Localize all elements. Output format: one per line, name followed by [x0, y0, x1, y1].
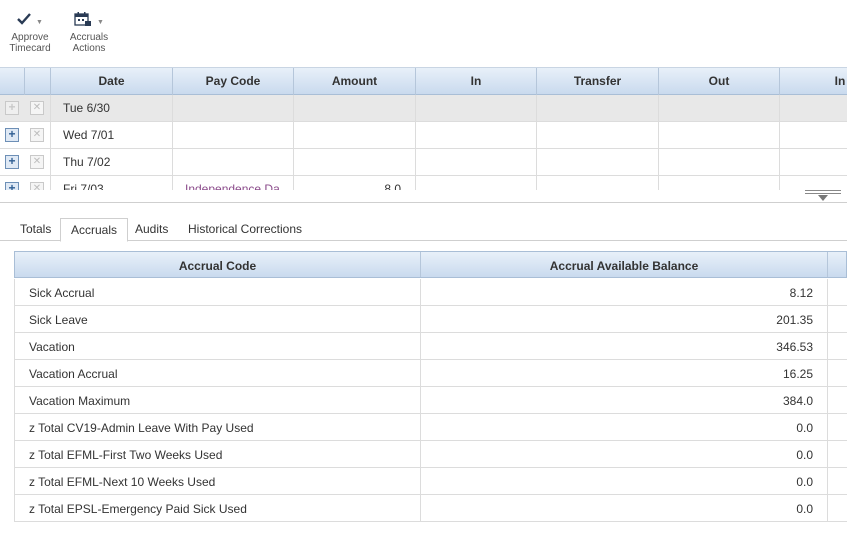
column-header-amount[interactable]: Amount: [294, 68, 416, 95]
accrual-row[interactable]: Vacation Maximum 384.0: [14, 387, 847, 414]
amount-cell[interactable]: [294, 122, 416, 149]
date-cell[interactable]: Tue 6/30: [51, 95, 173, 122]
detail-tabs: Totals Accruals Audits Historical Correc…: [0, 218, 847, 242]
out-cell[interactable]: [659, 176, 780, 190]
pay-code-cell[interactable]: Independence Da: [173, 176, 294, 190]
toolbar: ▼ Approve Timecard ▼ Accruals Actions: [0, 0, 847, 66]
date-cell[interactable]: Wed 7/01: [51, 122, 173, 149]
date-cell[interactable]: Thu 7/02: [51, 149, 173, 176]
accrual-balance-cell: 0.0: [421, 468, 828, 494]
approve-label-line1: Approve: [11, 32, 49, 43]
column-header-accrual-code[interactable]: Accrual Code: [15, 252, 421, 277]
accrual-row[interactable]: Vacation Accrual 16.25: [14, 360, 847, 387]
out-cell[interactable]: [659, 149, 780, 176]
in-cell-2[interactable]: [780, 122, 847, 149]
timecard-grid: Date Pay Code Amount In Transfer Out In …: [0, 67, 847, 190]
accruals-table-header: Accrual Code Accrual Available Balance: [14, 251, 847, 278]
in-cell[interactable]: [416, 176, 537, 190]
grid-header-delete-col: [25, 68, 51, 95]
checkmark-icon: [17, 12, 31, 28]
in-cell-2[interactable]: [780, 95, 847, 122]
approve-label-line2: Timecard: [9, 43, 51, 54]
column-header-pay-code[interactable]: Pay Code: [173, 68, 294, 95]
calendar-actions-icon: [74, 11, 92, 30]
in-cell[interactable]: [416, 122, 537, 149]
accrual-code-cell: Vacation: [15, 333, 421, 359]
splitter-handle-icon[interactable]: [805, 190, 841, 203]
tab-accruals[interactable]: Accruals: [60, 218, 129, 242]
accrual-balance-cell: 0.0: [421, 414, 828, 440]
accrual-balance-cell: 384.0: [421, 387, 828, 413]
accruals-actions-button[interactable]: ▼ Accruals Actions: [64, 8, 114, 54]
in-cell[interactable]: [416, 95, 537, 122]
in-cell[interactable]: [416, 149, 537, 176]
accrual-balance-cell: 0.0: [421, 495, 828, 521]
timecard-grid-header: Date Pay Code Amount In Transfer Out In: [0, 68, 847, 95]
column-header-out[interactable]: Out: [659, 68, 780, 95]
in-cell-2[interactable]: [780, 149, 847, 176]
accrual-balance-cell: 8.12: [421, 279, 828, 305]
accrual-code-cell: z Total CV19-Admin Leave With Pay Used: [15, 414, 421, 440]
add-row-icon[interactable]: +: [5, 182, 19, 190]
chevron-down-icon: ▼: [36, 18, 43, 26]
column-header-transfer[interactable]: Transfer: [537, 68, 659, 95]
accrual-code-cell: z Total EFML-Next 10 Weeks Used: [15, 468, 421, 494]
column-header-accrual-balance[interactable]: Accrual Available Balance: [421, 252, 828, 277]
accrual-code-cell: Sick Leave: [15, 306, 421, 332]
tab-historical-corrections[interactable]: Historical Corrections: [178, 218, 312, 241]
accruals-label-line1: Accruals: [69, 32, 109, 43]
add-row-icon[interactable]: +: [5, 101, 19, 115]
accrual-row[interactable]: z Total CV19-Admin Leave With Pay Used 0…: [14, 414, 847, 441]
accrual-balance-cell: 0.0: [421, 441, 828, 467]
add-row-icon[interactable]: +: [5, 128, 19, 142]
pay-code-cell[interactable]: [173, 95, 294, 122]
transfer-cell[interactable]: [537, 122, 659, 149]
transfer-cell[interactable]: [537, 95, 659, 122]
accrual-code-cell: z Total EFML-First Two Weeks Used: [15, 441, 421, 467]
transfer-cell[interactable]: [537, 149, 659, 176]
timecard-row[interactable]: + ✕ Thu 7/02: [0, 149, 847, 176]
timecard-row[interactable]: + ✕ Fri 7/03 Independence Da 8.0: [0, 176, 847, 190]
panel-splitter[interactable]: [0, 190, 847, 203]
transfer-cell[interactable]: [537, 176, 659, 190]
accrual-row[interactable]: z Total EFML-Next 10 Weeks Used 0.0: [14, 468, 847, 495]
accrual-code-cell: Vacation Accrual: [15, 360, 421, 386]
timecard-row[interactable]: + ✕ Wed 7/01: [0, 122, 847, 149]
accrual-balance-cell: 201.35: [421, 306, 828, 332]
amount-cell[interactable]: [294, 149, 416, 176]
in-cell-2[interactable]: [780, 176, 847, 190]
amount-cell[interactable]: 8.0: [294, 176, 416, 190]
accrual-row[interactable]: z Total EFML-First Two Weeks Used 0.0: [14, 441, 847, 468]
pay-code-cell[interactable]: [173, 122, 294, 149]
tab-totals[interactable]: Totals: [10, 218, 61, 241]
amount-cell[interactable]: [294, 95, 416, 122]
column-header-date[interactable]: Date: [51, 68, 173, 95]
chevron-down-icon: ▼: [97, 18, 104, 26]
pay-code-cell[interactable]: [173, 149, 294, 176]
tab-audits[interactable]: Audits: [125, 218, 178, 241]
accrual-row[interactable]: z Total EPSL-Emergency Paid Sick Used 0.…: [14, 495, 847, 522]
accrual-balance-cell: 346.53: [421, 333, 828, 359]
grid-header-add-col: [0, 68, 25, 95]
accrual-code-cell: Vacation Maximum: [15, 387, 421, 413]
column-header-in-2[interactable]: In: [780, 68, 847, 95]
accrual-row[interactable]: Sick Leave 201.35: [14, 306, 847, 333]
date-cell[interactable]: Fri 7/03: [51, 176, 173, 190]
approve-timecard-button[interactable]: ▼ Approve Timecard: [6, 8, 54, 54]
accrual-row[interactable]: Sick Accrual 8.12: [14, 279, 847, 306]
column-header-in[interactable]: In: [416, 68, 537, 95]
accrual-code-cell: z Total EPSL-Emergency Paid Sick Used: [15, 495, 421, 521]
out-cell[interactable]: [659, 122, 780, 149]
timecard-row[interactable]: + ✕ Tue 6/30: [0, 95, 847, 122]
accrual-row[interactable]: Vacation 346.53: [14, 333, 847, 360]
accruals-label-line2: Actions: [72, 43, 106, 54]
accrual-balance-cell: 16.25: [421, 360, 828, 386]
out-cell[interactable]: [659, 95, 780, 122]
add-row-icon[interactable]: +: [5, 155, 19, 169]
accrual-code-cell: Sick Accrual: [15, 279, 421, 305]
